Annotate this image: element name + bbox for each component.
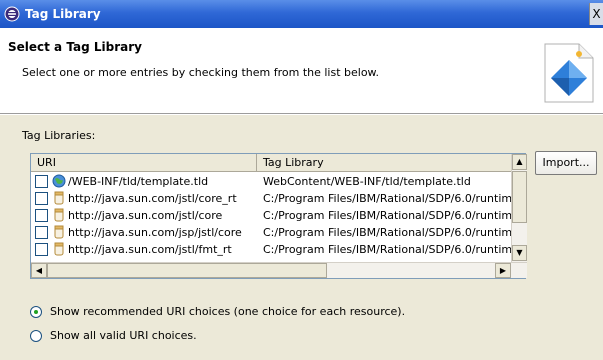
jar-icon (52, 225, 66, 239)
row-uri: http://java.sun.com/jstl/core_rt (68, 192, 237, 205)
row-tag-library: C:/Program Files/IBM/Rational/SDP/6.0/ru… (263, 192, 511, 205)
row-tag-library: C:/Program Files/IBM/Rational/SDP/6.0/ru… (263, 226, 511, 239)
row-uri: http://java.sun.com/jstl/core (68, 209, 223, 222)
dialog-body: Tag Libraries: URI Tag Library /WEB-INF/… (0, 115, 603, 360)
table-header: URI Tag Library (31, 154, 511, 172)
tag-library-table[interactable]: URI Tag Library /WEB-INF/tld/template.tl… (30, 153, 527, 279)
jar-icon (52, 191, 66, 205)
row-tag-library: WebContent/WEB-INF/tld/template.tld (263, 175, 471, 188)
table-row[interactable]: http://java.sun.com/jstl/fmt_rt C:/Progr… (31, 241, 511, 258)
wizard-header: Select a Tag Library Select one or more … (0, 28, 603, 114)
horizontal-scrollbar[interactable]: ◀ ▶ (31, 262, 527, 278)
row-checkbox[interactable] (35, 192, 48, 205)
row-tag-library: C:/Program Files/IBM/Rational/SDP/6.0/ru… (263, 209, 511, 222)
row-checkbox[interactable] (35, 243, 48, 256)
row-uri: /WEB-INF/tld/template.tld (68, 175, 209, 188)
row-checkbox[interactable] (35, 175, 48, 188)
vertical-scrollbar[interactable]: ▲ ▼ (511, 154, 527, 262)
recommended-uri-option[interactable]: Show recommended URI choices (one choice… (30, 305, 405, 318)
all-valid-uri-radio[interactable] (30, 329, 42, 342)
row-checkbox[interactable] (35, 226, 48, 239)
wizard-diamond-icon (539, 42, 595, 104)
table-row[interactable]: http://java.sun.com/jstl/core C:/Program… (31, 207, 511, 224)
row-tag-library: C:/Program Files/IBM/Rational/SDP/6.0/ru… (263, 243, 511, 256)
all-valid-uri-option[interactable]: Show all valid URI choices. (30, 329, 197, 342)
tag-libraries-label: Tag Libraries: (22, 129, 96, 142)
table-row[interactable]: http://java.sun.com/jsp/jstl/core C:/Pro… (31, 224, 511, 241)
vertical-scroll-thumb[interactable] (512, 171, 527, 223)
jar-icon (52, 242, 66, 256)
page-title: Select a Tag Library (8, 40, 142, 54)
table-rows: /WEB-INF/tld/template.tld WebContent/WEB… (31, 173, 511, 261)
scroll-right-icon[interactable]: ▶ (495, 263, 511, 278)
close-button[interactable]: X (589, 3, 603, 25)
recommended-uri-label: Show recommended URI choices (one choice… (50, 305, 406, 318)
page-description: Select one or more entries by checking t… (22, 66, 380, 79)
scroll-left-icon[interactable]: ◀ (31, 263, 47, 278)
table-row[interactable]: http://java.sun.com/jstl/core_rt C:/Prog… (31, 190, 511, 207)
recommended-uri-radio[interactable] (30, 305, 42, 318)
globe-icon (52, 174, 66, 188)
table-row[interactable]: /WEB-INF/tld/template.tld WebContent/WEB… (31, 173, 511, 190)
scroll-up-icon[interactable]: ▲ (512, 154, 527, 170)
import-button[interactable]: Import... (535, 151, 597, 175)
horizontal-scroll-thumb[interactable] (47, 263, 327, 278)
row-uri: http://java.sun.com/jsp/jstl/core (68, 226, 242, 239)
all-valid-uri-label: Show all valid URI choices. (50, 329, 197, 342)
scroll-down-icon[interactable]: ▼ (512, 245, 527, 261)
column-header-tag-library[interactable]: Tag Library (257, 154, 511, 172)
jar-icon (52, 208, 66, 222)
row-uri: http://java.sun.com/jstl/fmt_rt (68, 243, 232, 256)
title-bar: Tag Library X (0, 0, 603, 28)
eclipse-icon (4, 6, 20, 22)
window-title: Tag Library (25, 7, 101, 21)
row-checkbox[interactable] (35, 209, 48, 222)
column-header-uri[interactable]: URI (31, 154, 257, 172)
